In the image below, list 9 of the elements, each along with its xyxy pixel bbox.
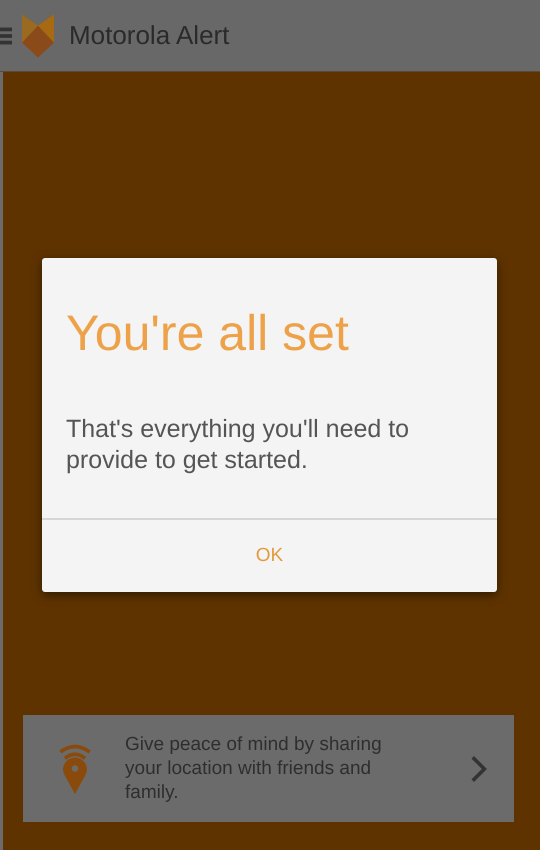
menu-icon[interactable]	[0, 24, 12, 46]
location-card-text: Give peace of mind by sharing your location with friends and family.	[125, 732, 383, 804]
dialog-title: You're all set	[66, 304, 350, 362]
dialog-message: That's everything you'll need to provide to get started.	[66, 414, 410, 476]
shield-logo-icon	[22, 12, 54, 58]
ok-button[interactable]: OK	[236, 535, 304, 577]
app-title: Motorola Alert	[69, 20, 230, 51]
chevron-right-icon	[470, 754, 488, 784]
location-card[interactable]: Give peace of mind by sharing your location with friends and family.	[23, 715, 514, 822]
